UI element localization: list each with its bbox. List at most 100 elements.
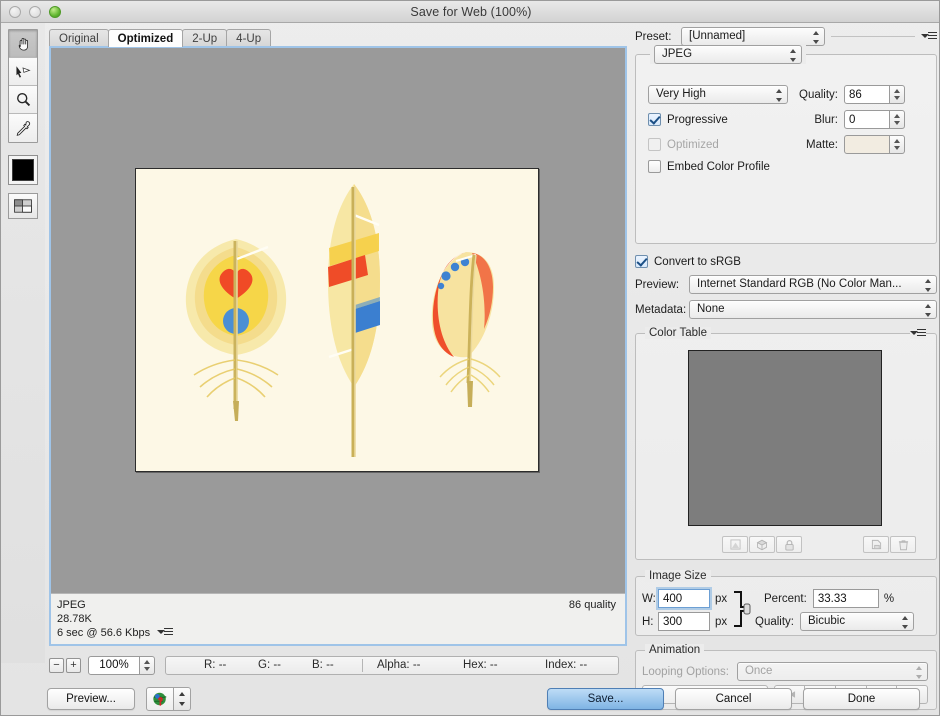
toggle-slices-visibility-button[interactable] [8,193,38,219]
zoom-out-button[interactable]: − [49,657,64,673]
zoom-in-button[interactable]: + [66,657,81,673]
color-readout: R: -- G: -- B: -- Alpha: -- Hex: -- Inde… [165,655,619,675]
zoom-level-input[interactable] [88,655,140,675]
color-table-swatches[interactable] [688,350,882,526]
quality-input[interactable] [844,85,890,104]
resample-quality-label: Quality: [755,615,794,628]
three-feathers-artwork [136,169,538,471]
readout-hex: Hex: -- [463,659,498,671]
eyedropper-tool[interactable] [9,114,37,142]
looping-options-value: Once [744,665,773,677]
hand-tool[interactable] [9,30,37,58]
matte-stepper[interactable] [890,135,905,154]
preset-dropdown[interactable]: [Unnamed] [681,27,825,46]
blur-label: Blur: [814,113,838,126]
zoom-tool[interactable] [9,86,37,114]
zoom-readout-bar: − + R: -- G: -- B: -- Alpha: -- Hex: [49,655,619,675]
metadata-label: Metadata: [635,303,687,316]
window-title-bar: Save for Web (100%) [1,1,939,23]
divider [362,658,363,672]
optimized-checkbox: Optimized [648,138,788,151]
file-format-value: JPEG [662,48,693,60]
delete-color-icon[interactable] [890,536,916,553]
tab-optimized[interactable]: Optimized [107,29,184,47]
resample-quality-dropdown[interactable]: Bicubic [800,612,914,631]
preview-button[interactable]: Preview... [47,688,135,710]
web-snap-icon[interactable] [722,536,748,553]
format-options-group: JPEG Very High Quality: Progressive [635,45,937,244]
color-table-title: Color Table [645,327,711,339]
image-size-title: Image Size [645,570,711,582]
done-button[interactable]: Done [803,688,920,710]
progressive-checkbox[interactable]: Progressive [648,113,788,126]
browser-preview-control [146,687,191,711]
preset-value: [Unnamed] [689,30,746,42]
artboard [135,168,539,472]
new-color-icon[interactable] [863,536,889,553]
readout-alpha: Alpha: -- [377,659,421,671]
save-button[interactable]: Save... [547,688,664,710]
preview-frame: JPEG 28.78K 6 sec @ 56.6 Kbps 86 quality [49,46,627,646]
percent-unit: % [883,592,895,605]
quality-preset-dropdown[interactable]: Very High [648,85,788,104]
chevron-updown-icon [776,89,783,102]
height-input[interactable] [658,612,710,631]
readout-r: R: -- [204,659,227,671]
chevron-updown-icon [790,49,797,62]
readout-b: B: -- [312,659,334,671]
preset-flyout-menu-icon[interactable] [921,31,937,42]
file-format-dropdown[interactable]: JPEG [654,45,802,64]
looping-options-label: Looping Options: [642,665,729,678]
quality-stepper[interactable] [890,85,905,104]
embed-color-profile-checkbox[interactable]: Embed Color Profile [648,160,924,173]
chain-link-icon[interactable] [731,590,753,631]
animation-title: Animation [645,644,705,656]
color-table-flyout-menu-icon[interactable] [910,329,926,339]
status-quality: 86 quality [568,599,616,611]
optimized-row: Optimized Matte: [648,135,924,154]
preview-canvas[interactable] [51,48,625,593]
status-format: JPEG [57,599,86,611]
status-filesize: 28.78K [57,613,92,625]
save-for-web-dialog: Save for Web (100%) Original Optimized 2… [0,0,940,716]
chevron-updown-icon [916,666,923,679]
cancel-button[interactable]: Cancel [675,688,792,710]
quality-label: Quality: [799,88,838,101]
settings-panel: Preset: [Unnamed] JPEG Very High Quality… [635,27,937,710]
preview-value: Internet Standard RGB (No Color Man... [697,278,902,290]
convert-to-srgb-checkbox[interactable]: Convert to sRGB [635,255,937,268]
tool-strip [1,23,45,663]
width-unit: px [715,592,728,605]
metadata-dropdown[interactable]: None [689,300,937,319]
width-input[interactable] [658,589,710,608]
lock-icon[interactable] [776,536,802,553]
blur-input[interactable] [844,110,890,129]
browser-list-stepper[interactable] [174,687,191,711]
zoom-level-stepper[interactable] [140,655,155,675]
width-label: W: [642,592,656,605]
preview-dropdown[interactable]: Internet Standard RGB (No Color Man... [689,275,937,294]
slice-select-tool[interactable] [9,58,37,86]
tab-4up[interactable]: 4-Up [226,29,272,47]
looping-options-dropdown: Once [736,662,928,681]
checkbox-icon [648,138,661,151]
status-flyout-menu-icon[interactable] [157,628,174,638]
checkbox-icon [648,113,661,126]
percent-input[interactable] [812,589,879,608]
tab-original[interactable]: Original [49,29,109,47]
convert-to-srgb-label: Convert to sRGB [654,255,741,268]
metadata-row: Metadata: None [635,300,937,319]
tab-2up[interactable]: 2-Up [182,29,228,47]
globe-question-icon[interactable] [146,687,174,711]
image-size-group: Image Size W: px H: px Percent: [635,570,937,636]
status-download-time: 6 sec @ 56.6 Kbps [57,627,151,639]
blur-stepper[interactable] [890,110,905,129]
web-palette-cube-icon[interactable] [749,536,775,553]
matte-color-swatch[interactable] [844,135,890,154]
chevron-updown-icon [902,616,909,629]
matte-label: Matte: [806,138,838,151]
eyedropper-color-swatch[interactable] [8,155,38,185]
metadata-value: None [697,303,725,315]
dialog-footer: Preview... Save... Cancel Done [1,681,939,715]
preset-row: Preset: [Unnamed] [635,27,937,46]
